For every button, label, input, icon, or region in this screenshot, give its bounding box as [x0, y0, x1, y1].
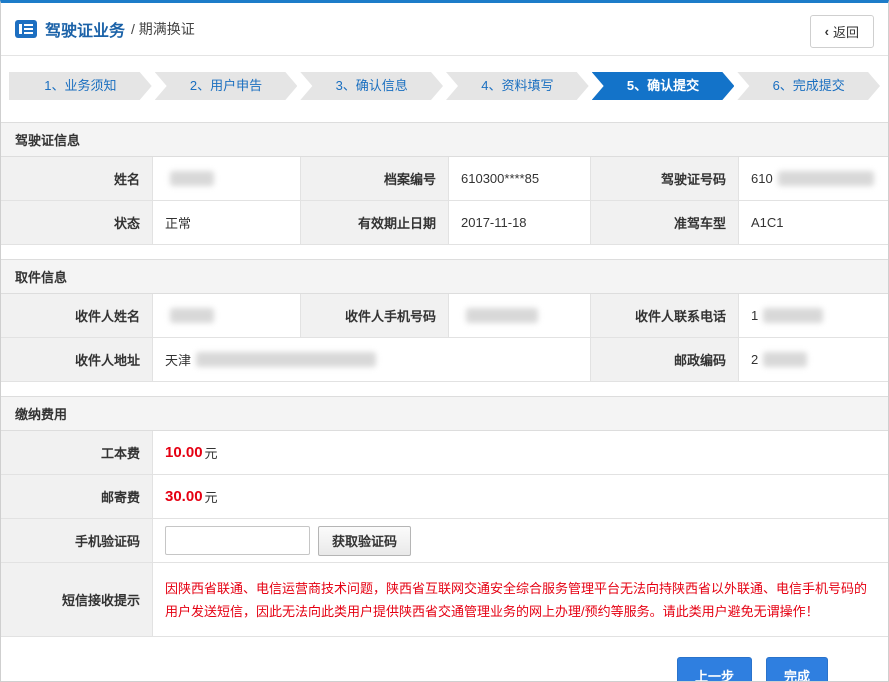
fee-table: 工本费 10.00 元 邮寄费 30.00 元 手机验证码 获取验证码 短信接收…: [1, 431, 888, 637]
license-no-label: 驾驶证号码: [591, 157, 739, 201]
breadcrumb: / 期满换证: [131, 19, 195, 39]
mailing-fee-label: 邮寄费: [1, 475, 153, 519]
recipient-mobile-label: 收件人手机号码: [301, 294, 449, 338]
production-fee-label: 工本费: [1, 431, 153, 475]
sms-code-row: 获取验证码: [153, 519, 888, 563]
recipient-name-value: [153, 294, 301, 338]
fee-section-title: 缴纳费用: [1, 396, 888, 431]
postcode-label: 邮政编码: [591, 338, 739, 382]
vehicle-type-label: 准驾车型: [591, 201, 739, 245]
license-renewal-page: 驾驶证业务 / 期满换证 ‹ 返回 1、业务须知 2、用户申告 3、确认信息 4…: [0, 0, 889, 682]
sms-notice-label: 短信接收提示: [1, 563, 153, 637]
back-button-label: 返回: [833, 22, 859, 41]
back-chevron-icon: ‹: [825, 24, 829, 39]
recipient-name-label: 收件人姓名: [1, 294, 153, 338]
sms-code-input[interactable]: [165, 526, 310, 555]
step-5-confirm-submit[interactable]: 5、确认提交: [592, 72, 735, 100]
vehicle-type-value: A1C1: [739, 201, 888, 245]
name-label: 姓名: [1, 157, 153, 201]
footer-actions: 上一步 完成: [1, 657, 888, 682]
step-wizard: 1、业务须知 2、用户申告 3、确认信息 4、资料填写 5、确认提交 6、完成提…: [9, 72, 880, 100]
address-label: 收件人地址: [1, 338, 153, 382]
license-section-title: 驾驶证信息: [1, 122, 888, 157]
sms-notice-text: 因陕西省联通、电信运营商技术问题，陕西省互联网交通安全综合服务管理平台无法向持陕…: [165, 565, 876, 635]
previous-step-button[interactable]: 上一步: [677, 657, 752, 682]
file-no-label: 档案编号: [301, 157, 449, 201]
pickup-info-section: 取件信息 收件人姓名 收件人手机号码 收件人联系电话 1 收件人地址 天津 邮政…: [1, 259, 888, 382]
step-2-user-declaration[interactable]: 2、用户申告: [155, 72, 298, 100]
step-3-confirm-info[interactable]: 3、确认信息: [300, 72, 443, 100]
fee-section: 缴纳费用 工本费 10.00 元 邮寄费 30.00 元 手机验证码 获取验证码…: [1, 396, 888, 637]
status-value: 正常: [153, 201, 301, 245]
sms-code-label: 手机验证码: [1, 519, 153, 563]
postcode-value: 2: [739, 338, 888, 382]
back-button[interactable]: ‹ 返回: [810, 15, 874, 48]
pickup-info-table: 收件人姓名 收件人手机号码 收件人联系电话 1 收件人地址 天津 邮政编码 2: [1, 294, 888, 382]
recipient-phone-label: 收件人联系电话: [591, 294, 739, 338]
expiry-label: 有效期止日期: [301, 201, 449, 245]
step-4-fill-data[interactable]: 4、资料填写: [446, 72, 589, 100]
name-value: [153, 157, 301, 201]
page-title: 驾驶证业务: [45, 17, 125, 41]
mailing-fee-value: 30.00 元: [153, 475, 888, 519]
expiry-value: 2017-11-18: [449, 201, 591, 245]
recipient-phone-value: 1: [739, 294, 888, 338]
page-header: 驾驶证业务 / 期满换证 ‹ 返回: [1, 3, 888, 56]
sms-notice-cell: 因陕西省联通、电信运营商技术问题，陕西省互联网交通安全综合服务管理平台无法向持陕…: [153, 563, 888, 637]
finish-button[interactable]: 完成: [766, 657, 828, 682]
production-fee-value: 10.00 元: [153, 431, 888, 475]
license-info-table: 姓名 档案编号 610300****85 驾驶证号码 610 状态 正常 有效期…: [1, 157, 888, 245]
pickup-section-title: 取件信息: [1, 259, 888, 294]
file-no-value: 610300****85: [449, 157, 591, 201]
get-code-button[interactable]: 获取验证码: [318, 526, 411, 556]
license-info-section: 驾驶证信息 姓名 档案编号 610300****85 驾驶证号码 610 状态 …: [1, 122, 888, 245]
license-no-value: 610: [739, 157, 888, 201]
license-service-icon: [15, 20, 37, 38]
status-label: 状态: [1, 201, 153, 245]
step-6-complete-submit[interactable]: 6、完成提交: [737, 72, 880, 100]
recipient-mobile-value: [449, 294, 591, 338]
step-1-business-notice[interactable]: 1、业务须知: [9, 72, 152, 100]
address-value: 天津: [153, 338, 591, 382]
